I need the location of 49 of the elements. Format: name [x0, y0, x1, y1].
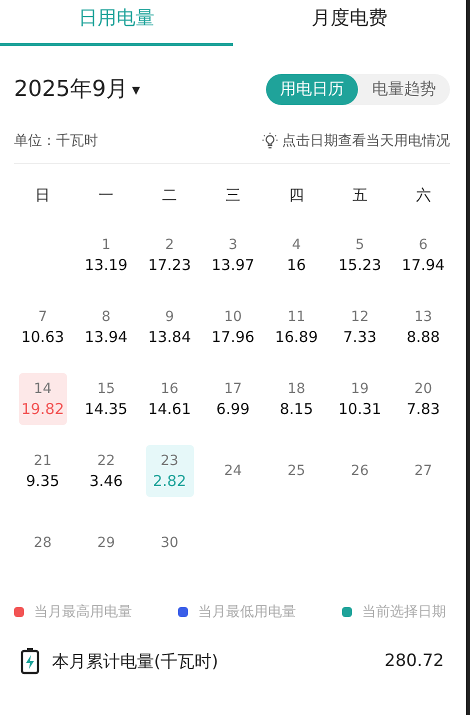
- calendar-day[interactable]: 29: [82, 517, 130, 569]
- calendar-day[interactable]: 4 16: [272, 229, 320, 281]
- calendar-day[interactable]: 11 16.89: [272, 301, 320, 353]
- calendar-day[interactable]: 22 3.46: [82, 445, 130, 497]
- calendar-day[interactable]: 3 13.97: [208, 229, 257, 281]
- calendar-day[interactable]: 12 7.33: [336, 301, 384, 353]
- legend-label: 当前选择日期: [362, 603, 446, 621]
- calendar-day[interactable]: 15 14.35: [82, 373, 130, 425]
- calendar-day[interactable]: 26: [336, 445, 384, 497]
- unit-label: 单位：千瓦时: [14, 132, 98, 150]
- calendar-day[interactable]: 23 2.82: [146, 445, 194, 497]
- view-option[interactable]: 电量趋势: [358, 74, 450, 104]
- calendar-day[interactable]: 27: [399, 445, 448, 497]
- total-label: 本月累计电量(千瓦时): [52, 650, 218, 672]
- calendar-day[interactable]: 21 9.35: [18, 445, 67, 497]
- calendar-day[interactable]: 6 17.94: [399, 229, 448, 281]
- total-value: 280.72: [384, 651, 444, 671]
- calendar-day[interactable]: 19 10.31: [336, 373, 384, 425]
- calendar-day[interactable]: 9 13.84: [146, 301, 194, 353]
- calendar-day[interactable]: 17 6.99: [208, 373, 257, 425]
- calendar-day[interactable]: 20 7.83: [399, 373, 448, 425]
- weekday-label: 一: [98, 185, 115, 206]
- weekday-label: 六: [414, 185, 432, 206]
- calendar-day[interactable]: 24: [208, 445, 257, 497]
- calendar-day[interactable]: 25: [272, 445, 320, 497]
- weekday-label: 四: [288, 185, 305, 206]
- calendar-day[interactable]: 7 10.63: [18, 301, 67, 353]
- month-picker[interactable]: 2025年9月 ▾: [14, 74, 140, 104]
- weekday-label: 日: [34, 185, 52, 206]
- calendar-day[interactable]: 30: [146, 517, 194, 569]
- calendar-day[interactable]: 14 19.82: [18, 373, 67, 425]
- calendar-day[interactable]: 13 8.88: [399, 301, 448, 353]
- calendar-day[interactable]: 2 17.23: [146, 229, 194, 281]
- calendar-day[interactable]: 16 14.61: [146, 373, 194, 425]
- lightbulb-icon: [261, 132, 279, 150]
- calendar-day[interactable]: 5 15.23: [336, 229, 384, 281]
- calendar-day[interactable]: 28: [18, 517, 67, 569]
- weekday-label: 三: [224, 185, 242, 206]
- hint-text: 点击日期查看当天用电情况: [282, 132, 450, 150]
- calendar-day[interactable]: 1 13.19: [82, 229, 130, 281]
- calendar-day[interactable]: 18 8.15: [272, 373, 320, 425]
- calendar-day[interactable]: 10 17.96: [208, 301, 257, 353]
- weekday-label: 二: [161, 185, 178, 206]
- legend-label: 当月最低用电量: [198, 603, 296, 621]
- battery-icon: [20, 647, 40, 675]
- weekday-label: 五: [351, 185, 368, 206]
- tab[interactable]: 月度电费: [233, 0, 466, 46]
- calendar-day[interactable]: 8 13.94: [82, 301, 130, 353]
- legend-label: 当月最高用电量: [34, 603, 132, 621]
